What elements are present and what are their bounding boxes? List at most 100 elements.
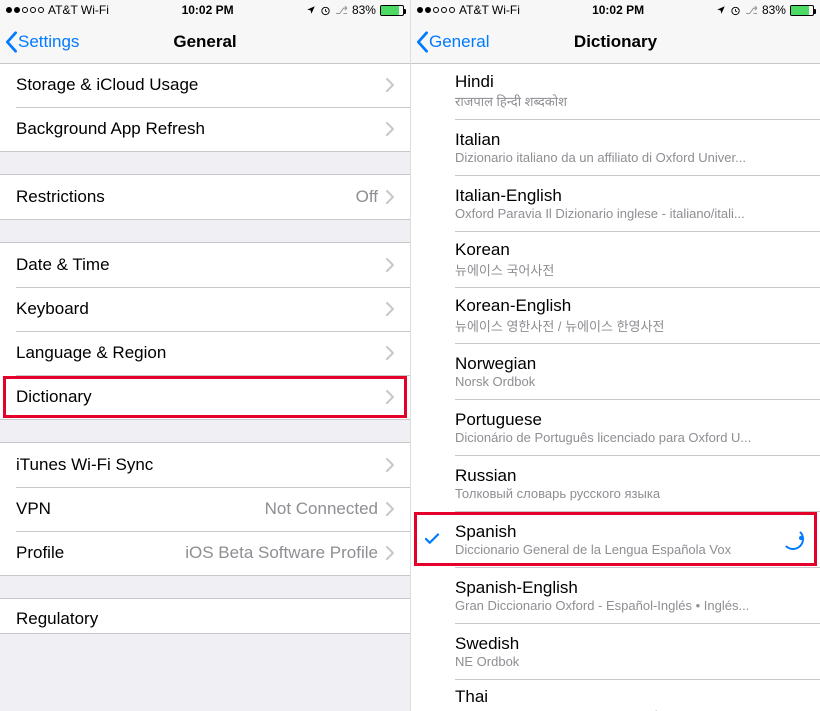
status-right: ⎇ 83%	[716, 3, 814, 17]
dictionary-title: Thai	[455, 687, 804, 707]
back-label: Settings	[18, 32, 79, 52]
location-icon	[306, 5, 316, 15]
dictionary-row[interactable]: ItalianDizionario italiano da un affilia…	[411, 119, 820, 175]
row-label: Keyboard	[16, 299, 386, 319]
status-time: 10:02 PM	[592, 3, 644, 17]
dictionary-title: Russian	[455, 466, 804, 486]
chevron-left-icon	[415, 31, 429, 53]
battery-icon	[790, 5, 814, 16]
chevron-right-icon	[386, 302, 394, 316]
status-left: AT&T Wi-Fi	[417, 3, 520, 17]
dictionary-title: Italian	[455, 130, 804, 150]
dictionary-subtitle: Dicionário de Português licenciado para …	[455, 430, 804, 445]
chevron-right-icon	[386, 122, 394, 136]
battery-pct: 83%	[762, 3, 786, 17]
settings-row[interactable]: Storage & iCloud Usage	[0, 64, 410, 107]
dictionary-subtitle: Oxford Paravia Il Dizionario inglese - i…	[455, 206, 804, 221]
chevron-right-icon	[386, 346, 394, 360]
status-right: ⎇ 83%	[306, 3, 404, 17]
settings-row[interactable]: RestrictionsOff	[0, 175, 410, 219]
settings-list[interactable]: Storage & iCloud Usage Background App Ref…	[0, 64, 410, 711]
battery-icon	[380, 5, 404, 16]
dictionary-subtitle: NE Ordbok	[455, 654, 804, 669]
settings-row[interactable]: VPNNot Connected	[0, 487, 410, 531]
dictionary-subtitle: Diccionario General de la Lengua Español…	[455, 542, 774, 557]
status-left: AT&T Wi-Fi	[6, 3, 109, 17]
row-value: Not Connected	[265, 499, 378, 519]
chevron-left-icon	[4, 31, 18, 53]
dictionary-title: Spanish	[455, 522, 774, 542]
loading-spinner-icon	[782, 528, 804, 550]
status-time: 10:02 PM	[182, 3, 234, 17]
bluetooth-icon: ⎇	[335, 4, 348, 17]
checkmark-icon	[423, 530, 441, 548]
dictionary-title: Korean	[455, 240, 804, 260]
settings-row[interactable]: iTunes Wi-Fi Sync	[0, 443, 410, 487]
alarm-icon	[320, 5, 331, 16]
row-label: VPN	[16, 499, 265, 519]
row-label: Profile	[16, 543, 185, 563]
signal-dots	[6, 7, 44, 13]
dictionary-subtitle: 뉴에이스 국어사전	[455, 260, 804, 279]
chevron-right-icon	[386, 546, 394, 560]
dictionary-title: Norwegian	[455, 354, 804, 374]
settings-row[interactable]: Date & Time	[0, 243, 410, 287]
row-label: Date & Time	[16, 255, 386, 275]
bluetooth-icon: ⎇	[745, 4, 758, 17]
settings-row[interactable]: Language & Region	[0, 331, 410, 375]
dictionary-title: Swedish	[455, 634, 804, 654]
location-icon	[716, 5, 726, 15]
signal-dots	[417, 7, 455, 13]
dictionary-title: Italian-English	[455, 186, 804, 206]
battery-pct: 83%	[352, 3, 376, 17]
dictionary-row[interactable]: SwedishNE Ordbok	[411, 623, 820, 679]
dictionary-row[interactable]: Spanish-EnglishGran Diccionario Oxford -…	[411, 567, 820, 623]
settings-row[interactable]: Background App Refresh	[0, 107, 410, 151]
phone-left: AT&T Wi-Fi 10:02 PM ⎇ 83% Settings Gener…	[0, 0, 410, 711]
settings-row[interactable]: Keyboard	[0, 287, 410, 331]
dictionary-title: Spanish-English	[455, 578, 804, 598]
row-value: Off	[356, 187, 378, 207]
dictionary-row[interactable]: Korean뉴에이스 국어사전	[411, 231, 820, 287]
dictionary-row[interactable]: Italian-EnglishOxford Paravia Il Diziona…	[411, 175, 820, 231]
dictionary-subtitle: Norsk Ordbok	[455, 374, 804, 389]
phone-right: AT&T Wi-Fi 10:02 PM ⎇ 83% General Dictio…	[410, 0, 820, 711]
settings-row[interactable]: ProfileiOS Beta Software Profile	[0, 531, 410, 575]
nav-bar: Settings General	[0, 20, 410, 64]
row-label: Regulatory	[16, 609, 394, 629]
settings-row[interactable]: Regulatory	[0, 599, 410, 633]
dictionary-subtitle: พจนานุกรม ฉบับทันสมัยและสมบูรณ์	[455, 707, 804, 711]
chevron-right-icon	[386, 190, 394, 204]
back-button[interactable]: Settings	[0, 31, 79, 53]
dictionary-row[interactable]: Hindiराजपाल हिन्दी शब्दकोश	[411, 64, 820, 119]
dictionary-row[interactable]: SpanishDiccionario General de la Lengua …	[411, 511, 820, 567]
row-label: Language & Region	[16, 343, 386, 363]
back-label: General	[429, 32, 489, 52]
row-label: Storage & iCloud Usage	[16, 75, 386, 95]
row-label: Background App Refresh	[16, 119, 386, 139]
dictionary-subtitle: Толковый словарь русского языка	[455, 486, 804, 501]
status-bar: AT&T Wi-Fi 10:02 PM ⎇ 83%	[411, 0, 820, 20]
row-label: Restrictions	[16, 187, 356, 207]
dictionary-title: Portuguese	[455, 410, 804, 430]
dictionary-row[interactable]: Thaiพจนานุกรม ฉบับทันสมัยและสมบูรณ์	[411, 679, 820, 711]
dictionary-row[interactable]: PortugueseDicionário de Português licenc…	[411, 399, 820, 455]
back-button[interactable]: General	[411, 31, 489, 53]
dictionary-subtitle: Gran Diccionario Oxford - Español-Inglés…	[455, 598, 804, 613]
row-label: Dictionary	[16, 387, 386, 407]
dictionary-subtitle: 뉴에이스 영한사전 / 뉴에이스 한영사전	[455, 316, 804, 335]
carrier-label: AT&T Wi-Fi	[48, 3, 109, 17]
dictionary-list[interactable]: Hindiराजपाल हिन्दी शब्दकोशItalianDiziona…	[411, 64, 820, 711]
row-label: iTunes Wi-Fi Sync	[16, 455, 386, 475]
settings-row[interactable]: Dictionary	[0, 375, 410, 419]
dictionary-row[interactable]: Korean-English뉴에이스 영한사전 / 뉴에이스 한영사전	[411, 287, 820, 343]
alarm-icon	[730, 5, 741, 16]
dictionary-row[interactable]: RussianТолковый словарь русского языка	[411, 455, 820, 511]
dictionary-subtitle: राजपाल हिन्दी शब्दकोश	[455, 92, 804, 110]
chevron-right-icon	[386, 258, 394, 272]
nav-bar: General Dictionary	[411, 20, 820, 64]
dictionary-row[interactable]: NorwegianNorsk Ordbok	[411, 343, 820, 399]
chevron-right-icon	[386, 390, 394, 404]
chevron-right-icon	[386, 78, 394, 92]
dictionary-title: Korean-English	[455, 296, 804, 316]
